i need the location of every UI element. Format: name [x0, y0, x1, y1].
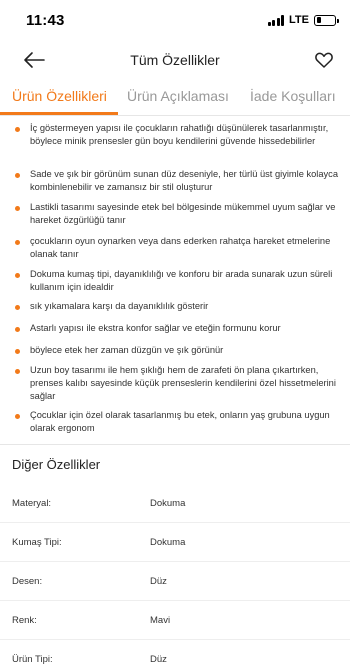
bullet-icon — [15, 173, 20, 178]
feature-text: Dokuma kumaş tipi, dayanıklılığı ve konf… — [30, 269, 333, 292]
feature-text: Sade ve şık bir görünüm sunan düz deseni… — [30, 169, 338, 192]
tab-urun-aciklamasi[interactable]: Ürün Açıklaması — [127, 88, 229, 104]
bullet-icon — [15, 327, 20, 332]
tab-iade-kosullari[interactable]: İade Koşulları — [250, 88, 336, 104]
feature-item: Astarlı yapısı ile ekstra konfor sağlar … — [12, 322, 342, 335]
page-title: Tüm Özellikler — [130, 52, 220, 68]
feature-text: sık yıkamalara karşı da dayanıklılık gös… — [30, 301, 209, 311]
feature-item: Sade ve şık bir görünüm sunan düz deseni… — [12, 168, 342, 194]
heart-icon — [315, 52, 333, 68]
spec-value: Düz — [150, 576, 167, 587]
feature-item: çocukların oyun oynarken veya dans ederk… — [12, 235, 342, 261]
status-indicators: LTE — [267, 14, 339, 26]
spec-row-kumas-tipi: Kumaş Tipi: Dokuma — [0, 522, 350, 562]
bullet-icon — [15, 349, 20, 354]
bullet-icon — [15, 127, 20, 132]
bullet-icon — [15, 414, 20, 419]
tab-bar: Ürün Özellikleri Ürün Açıklaması İade Ko… — [0, 78, 350, 116]
signal-icon — [267, 14, 285, 26]
feature-item: İç göstermeyen yapısı ile çocukların rah… — [12, 122, 342, 148]
feature-item: Lastikli tasarımı sayesinde etek bel böl… — [12, 201, 342, 227]
spec-row-renk: Renk: Mavi — [0, 600, 350, 640]
network-type: LTE — [289, 14, 309, 26]
bullet-icon — [15, 206, 20, 211]
feature-item: Dokuma kumaş tipi, dayanıklılığı ve konf… — [12, 268, 342, 294]
spec-label: Desen: — [12, 576, 43, 587]
status-bar: 11:43 LTE — [0, 0, 350, 42]
active-tab-indicator — [0, 112, 118, 115]
bullet-icon — [15, 273, 20, 278]
spec-row-urun-tipi: Ürün Tipi: Düz — [0, 639, 350, 671]
feature-item: Uzun boy tasarımı ile hem şıklığı hem de… — [12, 364, 342, 403]
spec-label: Kumaş Tipi: — [12, 537, 62, 548]
status-time: 11:43 — [26, 12, 65, 29]
feature-item: böylece etek her zaman düzgün ve şık gör… — [12, 344, 342, 357]
feature-text: böylece etek her zaman düzgün ve şık gör… — [30, 345, 224, 355]
section-divider — [0, 444, 350, 445]
tab-urun-ozellikleri[interactable]: Ürün Özellikleri — [12, 88, 107, 104]
spec-row-desen: Desen: Düz — [0, 561, 350, 601]
feature-text: çocukların oyun oynarken veya dans ederk… — [30, 236, 331, 259]
spec-label: Materyal: — [12, 498, 52, 509]
other-features-title: Diğer Özellikler — [12, 457, 101, 472]
feature-text: Lastikli tasarımı sayesinde etek bel böl… — [30, 202, 336, 225]
header: Tüm Özellikler — [0, 42, 350, 78]
feature-text: İç göstermeyen yapısı ile çocukların rah… — [30, 123, 329, 146]
spec-value: Düz — [150, 654, 167, 665]
feature-item: sık yıkamalara karşı da dayanıklılık gös… — [12, 300, 342, 313]
battery-icon — [314, 14, 339, 26]
feature-text: Astarlı yapısı ile ekstra konfor sağlar … — [30, 323, 281, 333]
battery-level — [316, 17, 321, 23]
favorite-button[interactable] — [314, 50, 334, 70]
spec-label: Ürün Tipi: — [12, 654, 53, 665]
feature-text: Uzun boy tasarımı ile hem şıklığı hem de… — [30, 365, 336, 401]
feature-text: Çocuklar için özel olarak tasarlanmış bu… — [30, 410, 330, 433]
bullet-icon — [15, 305, 20, 310]
spec-value: Dokuma — [150, 537, 186, 548]
bullet-icon — [15, 240, 20, 245]
spec-row-materyal: Materyal: Dokuma — [0, 483, 350, 523]
spec-value: Mavi — [150, 615, 171, 626]
spec-label: Renk: — [12, 615, 37, 626]
spec-value: Dokuma — [150, 498, 186, 509]
feature-item: Çocuklar için özel olarak tasarlanmış bu… — [12, 409, 342, 435]
bullet-icon — [15, 369, 20, 374]
